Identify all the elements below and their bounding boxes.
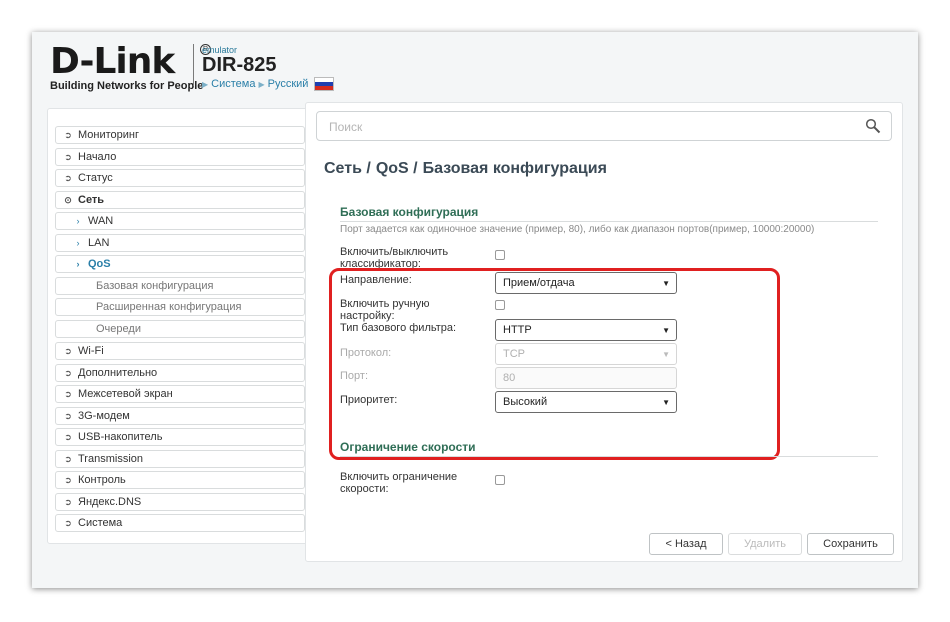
search-icon[interactable]	[865, 118, 881, 134]
sidebar-item-label: Базовая конфигурация	[96, 280, 214, 292]
system-link[interactable]: Система	[211, 78, 255, 90]
sidebar-item-control[interactable]: ➲ Контроль	[55, 471, 305, 489]
chevron-right-circle-icon: ➲	[64, 151, 72, 162]
sidebar-item-label: Мониторинг	[78, 129, 140, 141]
sidebar-item-3g-modem[interactable]: ➲ 3G-модем	[55, 407, 305, 425]
sidebar-item-label: USB-накопитель	[78, 431, 163, 443]
sidebar-item-label: Расширенная конфигурация	[96, 301, 242, 313]
sidebar-item-label: LAN	[88, 237, 110, 249]
sidebar-item-wan[interactable]: › WAN	[55, 212, 305, 230]
breadcrumb-network: Сеть /	[324, 160, 371, 177]
sidebar-item-firewall[interactable]: ➲ Межсетевой экран	[55, 385, 305, 403]
sidebar-item-start[interactable]: ➲ Начало	[55, 148, 305, 166]
model-name: DIR-825	[202, 54, 277, 76]
model-block: emulator DIR-825 ▶ Система ▶ Русский	[202, 45, 335, 91]
sidebar-item-network[interactable]: ⊙ Сеть	[55, 191, 305, 209]
sidebar-item-label: Яндекс.DNS	[78, 496, 142, 508]
sidebar-item-label: Статус	[78, 172, 113, 184]
page-title: Сеть / QoS / Базовая конфигурация	[324, 160, 607, 178]
sidebar-item-status[interactable]: ➲ Статус	[55, 169, 305, 187]
chevron-right-circle-icon: ➲	[64, 431, 72, 442]
header-divider	[193, 44, 194, 86]
sidebar-item-yandex-dns[interactable]: ➲ Яндекс.DNS	[55, 493, 305, 511]
classifier-checkbox[interactable]	[495, 250, 505, 260]
breadcrumb-basic-config: Базовая конфигурация	[422, 160, 607, 177]
speed-limit-checkbox[interactable]	[495, 475, 505, 485]
header-links: ▶ Система ▶ Русский	[202, 77, 335, 91]
section-divider	[340, 221, 878, 222]
sidebar-item-label: Начало	[78, 151, 117, 163]
sidebar-item-label: Очереди	[96, 323, 141, 335]
speed-limit-label: Включить ограничение скорости:	[340, 471, 458, 495]
sidebar-item-wifi[interactable]: ➲ Wi-Fi	[55, 342, 305, 360]
chevron-right-circle-icon: ➲	[64, 474, 72, 485]
sidebar-menu: ➲ Мониторинг ➲ Начало ➲ Статус ⊙ Сеть › WAN ›…	[47, 108, 317, 544]
sidebar-item-label: 3G-модем	[78, 410, 130, 422]
triangle-right-icon: ▶	[202, 79, 209, 89]
sidebar-item-usb-storage[interactable]: ➲ USB-накопитель	[55, 428, 305, 446]
sidebar-item-label: Межсетевой экран	[78, 388, 173, 400]
section-title-basic-config: Базовая конфигурация	[340, 205, 479, 219]
back-button[interactable]: < Назад	[649, 533, 723, 555]
sidebar-item-basic-config[interactable]: Базовая конфигурация	[55, 277, 305, 295]
sidebar-item-label: Wi-Fi	[78, 345, 104, 357]
chevron-right-circle-icon: ➲	[64, 345, 72, 356]
chevron-right-icon: ›	[76, 238, 80, 248]
chevron-right-circle-icon: ➲	[64, 453, 72, 464]
sidebar-item-advanced-config[interactable]: Расширенная конфигурация	[55, 298, 305, 316]
save-button[interactable]: Сохранить	[807, 533, 894, 555]
sidebar-item-qos[interactable]: › QoS	[55, 255, 305, 273]
chevron-right-circle-icon: ➲	[64, 388, 72, 399]
chevron-right-circle-icon: ➲	[64, 410, 72, 421]
breadcrumb-qos: QoS /	[375, 160, 418, 177]
sidebar-item-transmission[interactable]: ➲ Transmission	[55, 450, 305, 468]
delete-button[interactable]: Удалить	[728, 533, 802, 555]
router-web-ui: D-Link R Building Networks for People em…	[32, 32, 918, 588]
language-link[interactable]: Русский	[268, 78, 309, 90]
classifier-label: Включить/выключить классификатор:	[340, 246, 449, 270]
chevron-right-circle-icon: ➲	[64, 172, 72, 183]
triangle-right-icon: ▶	[258, 79, 265, 89]
brand-name: D-Link	[50, 41, 175, 82]
section-divider	[340, 456, 878, 457]
chevron-right-circle-icon: ➲	[64, 367, 72, 378]
sidebar-item-label: Контроль	[78, 474, 126, 486]
sidebar-item-lan[interactable]: › LAN	[55, 234, 305, 252]
russian-flag-icon[interactable]	[314, 77, 335, 91]
sidebar-item-label: WAN	[88, 215, 114, 227]
chevron-right-circle-icon: ➲	[64, 496, 72, 507]
chevron-right-circle-icon: ➲	[64, 129, 72, 140]
section-title-speed-limit: Ограничение скорости	[340, 440, 476, 454]
sidebar-item-label: Transmission	[78, 453, 143, 465]
sidebar-item-system[interactable]: ➲ Система	[55, 514, 305, 532]
search-input[interactable]	[317, 112, 871, 142]
brand-tagline: Building Networks for People	[50, 80, 204, 92]
chevron-right-circle-icon: ➲	[64, 517, 72, 528]
main-panel: Сеть / QoS / Базовая конфигурация Базова…	[305, 102, 903, 562]
port-hint-text: Порт задается как одиночное значение (пр…	[340, 224, 815, 235]
sidebar-item-queues[interactable]: Очереди	[55, 320, 305, 338]
dlink-logo: D-Link R Building Networks for People	[50, 41, 211, 92]
sidebar-item-label: QoS	[88, 258, 111, 270]
sidebar-item-monitoring[interactable]: ➲ Мониторинг	[55, 126, 305, 144]
sidebar-item-label: Сеть	[78, 194, 105, 206]
sidebar-item-label: Система	[78, 517, 123, 529]
chevron-down-circle-icon: ⊙	[64, 194, 72, 205]
sidebar-item-label: Дополнительно	[78, 367, 158, 379]
sidebar-item-advanced[interactable]: ➲ Дополнительно	[55, 364, 305, 382]
chevron-right-icon: ›	[76, 259, 80, 269]
chevron-right-icon: ›	[76, 216, 80, 226]
search-box	[316, 111, 892, 142]
red-highlight-frame	[329, 268, 780, 460]
